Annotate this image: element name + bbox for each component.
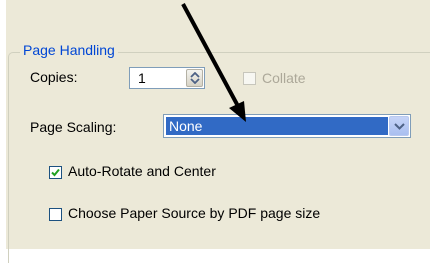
annotation-arrow-icon bbox=[181, 3, 246, 122]
